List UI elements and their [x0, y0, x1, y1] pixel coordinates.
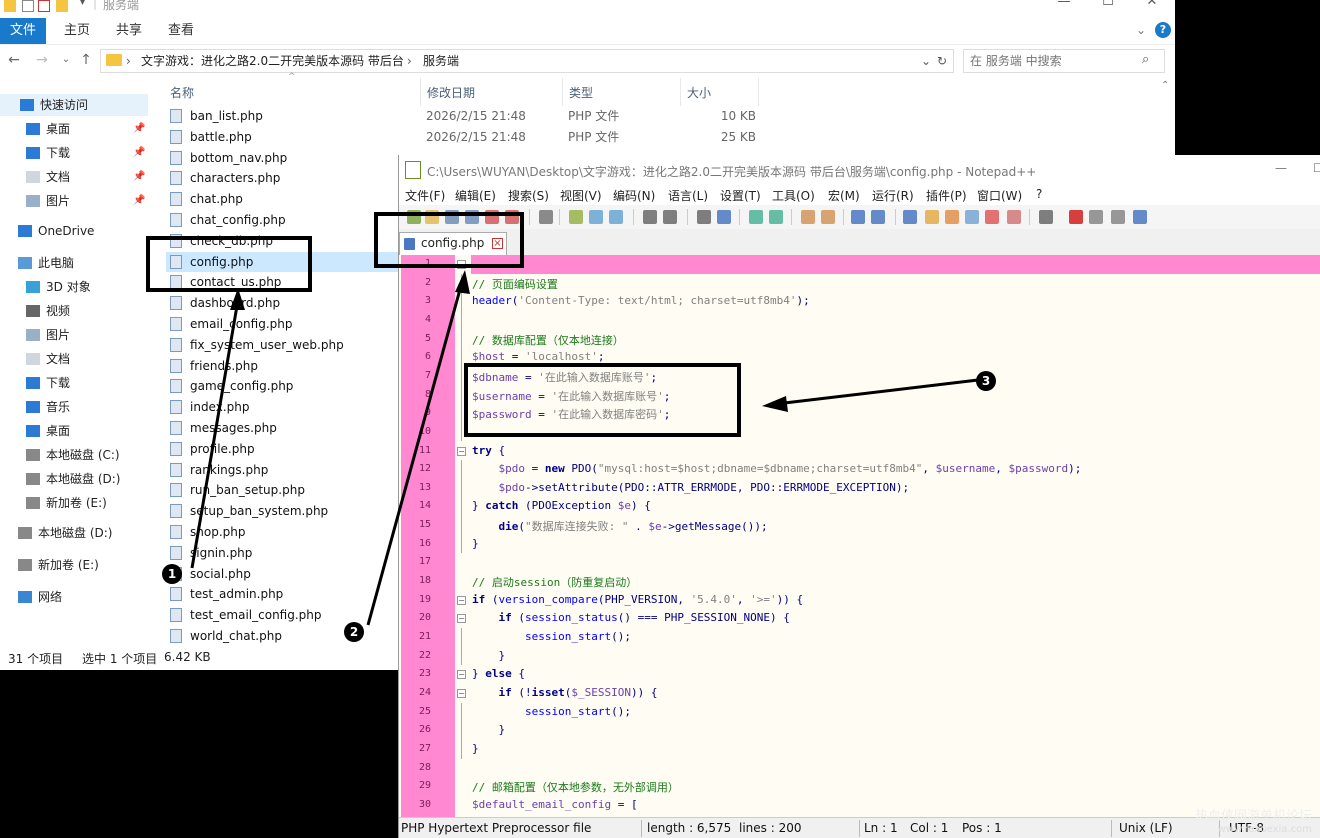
watermark-line-1: 热血侠网游单机论坛 — [1194, 809, 1312, 824]
watermark: 热血侠网游单机论坛 www.rexuexia.com — [1195, 810, 1312, 836]
arrow-3-line — [775, 378, 979, 406]
marker-3: 3 — [976, 371, 996, 391]
marker-2: 2 — [344, 622, 364, 642]
annotation-arrows — [190, 270, 979, 626]
marker-1: 1 — [162, 564, 182, 584]
arrow-2-head — [455, 270, 470, 294]
watermark-line-2: www.rexuexia.com — [1217, 824, 1312, 835]
arrow-2-line — [366, 281, 464, 626]
arrow-3-head — [762, 396, 788, 412]
arrow-1-line — [190, 299, 240, 569]
arrow-1-head — [230, 288, 245, 310]
